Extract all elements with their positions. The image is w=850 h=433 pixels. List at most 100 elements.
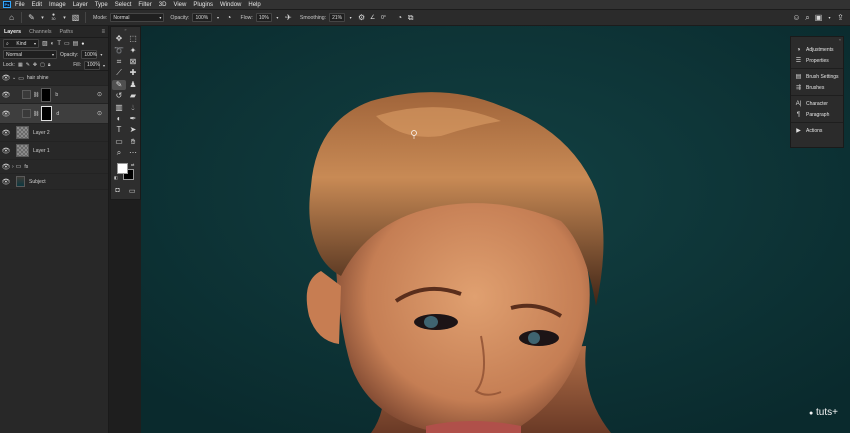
layer-row-fs[interactable]: 👁︎ › ▭ fs <box>0 160 108 174</box>
lasso-tool-icon[interactable]: ➰ <box>112 45 126 55</box>
layer-row-hair-shine[interactable]: 👁︎ ⌄ ▭ hair shine <box>0 71 108 86</box>
swap-colors-icon[interactable]: ⇄ <box>131 162 134 167</box>
filter-smart-object-icon[interactable]: ▤ <box>73 40 79 47</box>
menu-filter[interactable]: Filter <box>138 2 151 8</box>
layer-row-subject[interactable]: 👁︎ Subject <box>0 174 108 190</box>
eyedropper-tool-icon[interactable]: ⟋ <box>112 68 126 78</box>
lock-transparent-icon[interactable]: ▦ <box>18 62 23 68</box>
blur-tool-icon[interactable]: 💧︎ <box>126 102 140 112</box>
quick-mask-icon[interactable]: ◘ <box>116 187 120 195</box>
panel-brush-settings[interactable]: ▤ Brush Settings <box>791 71 843 82</box>
lock-all-icon[interactable]: 🔒︎ <box>48 62 51 68</box>
lock-image-icon[interactable]: ✎ <box>26 62 30 68</box>
opacity-field[interactable]: 100% <box>192 13 213 22</box>
mode-select[interactable]: Normal ▾ <box>110 13 165 22</box>
account-icon[interactable]: ☺ <box>791 12 802 23</box>
layer-opacity-field[interactable]: 100% <box>81 50 98 59</box>
healing-brush-tool-icon[interactable]: ✚ <box>126 68 140 78</box>
chevron-down-icon[interactable]: ▾ <box>212 12 223 23</box>
chevron-right-icon[interactable]: › <box>12 164 14 170</box>
chevron-down-icon[interactable]: ▾ <box>345 12 356 23</box>
dodge-tool-icon[interactable]: ◐ <box>112 114 126 124</box>
more-tools-icon[interactable]: ⋯ <box>126 148 140 158</box>
pen-tool-icon[interactable]: ✒ <box>126 114 140 124</box>
menu-plugins[interactable]: Plugins <box>193 2 213 8</box>
eraser-tool-icon[interactable]: ▰ <box>126 91 140 101</box>
share-icon[interactable]: ⇪ <box>835 12 846 23</box>
foreground-color-swatch[interactable] <box>117 163 128 175</box>
screen-mode-icon[interactable]: ▭ <box>129 187 136 195</box>
menu-image[interactable]: Image <box>49 2 66 8</box>
symmetry-icon[interactable]: ⧉ <box>405 12 416 23</box>
visibility-eye-icon[interactable]: 👁︎ <box>0 110 12 118</box>
tab-channels[interactable]: Channels <box>25 29 55 35</box>
brush-size-picker[interactable]: ● 30 <box>48 12 59 23</box>
home-icon[interactable]: ⌂ <box>6 12 17 23</box>
menu-help[interactable]: Help <box>248 2 260 8</box>
document-canvas[interactable] <box>141 26 850 433</box>
crop-tool-icon[interactable]: ⌗ <box>112 57 126 67</box>
panel-brushes[interactable]: ⇶ Brushes <box>791 82 843 93</box>
layer-row-b[interactable]: 👁︎ ⛓ b ⊙ <box>0 86 108 104</box>
default-colors-icon[interactable]: ◧ <box>114 175 118 180</box>
menu-type[interactable]: Type <box>95 2 108 8</box>
visibility-eye-icon[interactable]: 👁︎ <box>0 129 12 137</box>
chevron-down-icon[interactable]: ▾ <box>272 12 283 23</box>
chevron-down-icon[interactable]: ▾ <box>59 12 70 23</box>
angle-field[interactable]: 0° <box>378 13 394 22</box>
menu-layer[interactable]: Layer <box>73 2 88 8</box>
hand-tool-icon[interactable]: ✋︎ <box>126 137 140 147</box>
panel-menu-icon[interactable]: ≡ <box>101 29 105 35</box>
visibility-eye-icon[interactable]: 👁︎ <box>0 74 12 82</box>
chevron-down-icon[interactable]: ▾ <box>37 12 48 23</box>
marquee-tool-icon[interactable]: ⬚ <box>126 34 140 44</box>
menu-file[interactable]: File <box>15 2 25 8</box>
rectangle-tool-icon[interactable]: ▭ <box>112 137 126 147</box>
chevron-down-icon[interactable]: ⌄ <box>12 75 16 81</box>
tab-paths[interactable]: Paths <box>55 29 77 35</box>
pressure-opacity-icon[interactable]: ◔ <box>223 12 234 23</box>
visibility-eye-icon[interactable]: 👁︎ <box>0 178 12 186</box>
type-tool-icon[interactable]: T <box>112 125 126 135</box>
menu-3d[interactable]: 3D <box>159 2 167 8</box>
panel-adjustments[interactable]: ◑ Adjustments <box>791 44 843 55</box>
gradient-tool-icon[interactable]: ▥ <box>112 102 126 112</box>
layer-row-d[interactable]: 👁︎ ⛓ d ⊙ <box>0 104 108 124</box>
lock-artboard-icon[interactable]: ▢ <box>40 62 45 68</box>
history-brush-tool-icon[interactable]: ↺ <box>112 91 126 101</box>
brush-tool-preset-icon[interactable]: ✎ <box>26 12 37 23</box>
zoom-tool-icon[interactable]: ⌕ <box>112 148 126 158</box>
filter-shape-icon[interactable]: ▭ <box>64 40 70 47</box>
chevron-down-icon[interactable]: ▾ <box>100 52 102 57</box>
filter-toggle-icon[interactable]: ● <box>81 41 84 47</box>
chevron-down-icon[interactable]: ▾ <box>103 63 105 68</box>
clone-stamp-tool-icon[interactable]: ♟ <box>126 80 140 90</box>
pressure-size-icon[interactable]: ◔ <box>394 12 405 23</box>
visibility-eye-icon[interactable]: 👁︎ <box>0 91 12 99</box>
blend-mode-select[interactable]: Normal ▾ <box>3 50 57 59</box>
workspace-icon[interactable]: ▣ <box>813 12 824 23</box>
menu-select[interactable]: Select <box>115 2 132 8</box>
panel-character[interactable]: A| Character <box>791 98 843 109</box>
menu-view[interactable]: View <box>173 2 186 8</box>
brush-tool-icon[interactable]: ✎ <box>112 79 126 90</box>
expand-icon[interactable]: « <box>791 37 843 42</box>
filter-kind-select[interactable]: ⌕ Kind ▾ <box>3 39 39 48</box>
menu-edit[interactable]: Edit <box>32 2 42 8</box>
search-icon[interactable]: ⌕ <box>802 12 813 23</box>
brush-settings-toggle-icon[interactable]: ▧ <box>70 12 81 23</box>
panel-properties[interactable]: ☰ Properties <box>791 55 843 66</box>
filter-adjustment-icon[interactable]: ◐ <box>51 41 55 47</box>
path-select-tool-icon[interactable]: ➤ <box>126 125 140 135</box>
move-tool-icon[interactable]: ✥ <box>112 34 126 44</box>
chevron-down-icon[interactable]: ▾ <box>824 12 835 23</box>
lock-position-icon[interactable]: ✥ <box>33 62 37 68</box>
panel-paragraph[interactable]: ¶ Paragraph <box>791 109 843 120</box>
quick-select-tool-icon[interactable]: ✦ <box>126 45 140 55</box>
filter-pixel-icon[interactable]: ▨ <box>42 40 48 47</box>
tab-layers[interactable]: Layers <box>0 29 25 35</box>
visibility-eye-icon[interactable]: 👁︎ <box>0 147 12 155</box>
filter-type-icon[interactable]: T <box>57 41 61 47</box>
airbrush-icon[interactable]: ✈ <box>283 12 294 23</box>
layer-row-layer-2[interactable]: 👁︎ Layer 2 <box>0 124 108 142</box>
